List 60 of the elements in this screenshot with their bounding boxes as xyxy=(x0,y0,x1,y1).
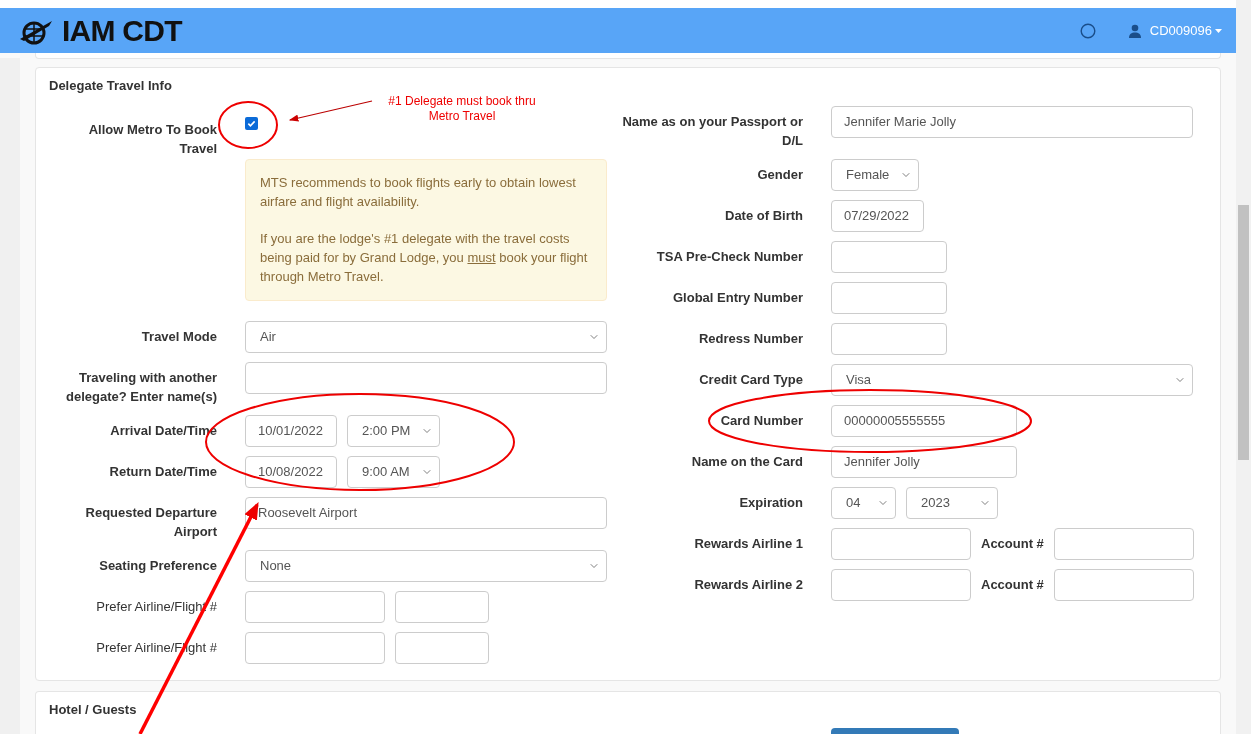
input-field[interactable] xyxy=(831,322,947,355)
status-circle-icon[interactable] xyxy=(1079,22,1096,39)
select-field[interactable]: Female xyxy=(831,158,919,191)
field-label: Rewards Airline 2 xyxy=(693,575,803,594)
input-field[interactable]: Jennifer Marie Jolly xyxy=(831,105,1193,138)
field-label: Account # xyxy=(981,575,1044,594)
field-label: Card Number xyxy=(719,411,803,430)
input-field[interactable] xyxy=(395,590,489,623)
input-field[interactable]: Jennifer Jolly xyxy=(831,445,1017,478)
input-field[interactable] xyxy=(831,527,971,560)
field-label: Redress Number xyxy=(697,329,803,348)
input-field[interactable] xyxy=(831,240,947,273)
field-label: Expiration xyxy=(738,493,803,512)
input-field[interactable]: Roosevelt Airport xyxy=(245,496,607,529)
input-field[interactable]: 00000005555555 xyxy=(831,404,1017,437)
section-title: Delegate Travel Info xyxy=(49,77,173,95)
annotation-note: #1 Delegate must book thru Metro Travel xyxy=(387,94,537,124)
select-field[interactable]: 2:00 PM xyxy=(347,414,440,447)
scrollbar[interactable] xyxy=(1236,0,1251,734)
field-label: Travel Mode xyxy=(140,327,217,346)
field-label: Account # xyxy=(981,534,1044,553)
select-field[interactable]: 04 xyxy=(831,486,896,519)
field-label: Gender xyxy=(756,165,803,184)
brand-name[interactable]: IAM CDT xyxy=(62,8,182,53)
check-icon xyxy=(247,118,256,128)
field-label: Traveling with another delegate? Enter name(s) xyxy=(65,368,217,406)
user-icon xyxy=(1127,23,1142,38)
field-label: Rewards Airline 1 xyxy=(693,534,803,553)
input-field[interactable] xyxy=(1053,527,1194,560)
caret-icon xyxy=(1215,28,1222,33)
input-field[interactable]: 07/29/2022 xyxy=(831,199,924,232)
section-title: Hotel / Guests xyxy=(49,701,138,719)
select-field[interactable]: 2023 xyxy=(906,486,998,519)
field-label: Name as on your Passport or D/L xyxy=(621,112,803,150)
field-label: Name on the Card xyxy=(690,452,803,471)
action-button[interactable] xyxy=(831,727,959,734)
input-field[interactable] xyxy=(831,281,947,314)
field-label: Requested Departure Airport xyxy=(84,503,217,541)
select-field[interactable]: None xyxy=(245,549,607,582)
field-label: Date of Birth xyxy=(724,206,803,225)
alert-text: If you are the lodge's #1 delegate with the travel costs being paid for by Grand Lodge, you must book your flight through Metro Travel. xyxy=(260,229,589,286)
field-label: Global Entry Number xyxy=(671,288,803,307)
select-field[interactable]: 9:00 AM xyxy=(347,455,440,488)
input-field[interactable] xyxy=(395,631,489,664)
alert-text: MTS recommends to book flights early to obtain lowest airfare and flight availability. xyxy=(260,173,577,211)
input-field[interactable] xyxy=(1053,568,1194,601)
input-field[interactable] xyxy=(245,631,385,664)
field-label: Seating Preference xyxy=(98,556,217,575)
input-field[interactable] xyxy=(831,568,971,601)
checkbox[interactable] xyxy=(245,116,258,130)
input-field[interactable]: 10/08/2022 xyxy=(245,455,337,488)
select-field[interactable]: Visa xyxy=(831,363,1193,396)
field-label: Allow Metro To Book Travel xyxy=(87,120,217,158)
select-field[interactable]: Air xyxy=(245,320,607,353)
field-label: Credit Card Type xyxy=(698,370,803,389)
input-field[interactable]: 10/01/2022 xyxy=(245,414,337,447)
input-field[interactable] xyxy=(245,590,385,623)
field-label: TSA Pre-Check Number xyxy=(655,247,803,266)
field-label: Return Date/Time xyxy=(108,462,217,481)
input-field[interactable] xyxy=(245,361,607,394)
